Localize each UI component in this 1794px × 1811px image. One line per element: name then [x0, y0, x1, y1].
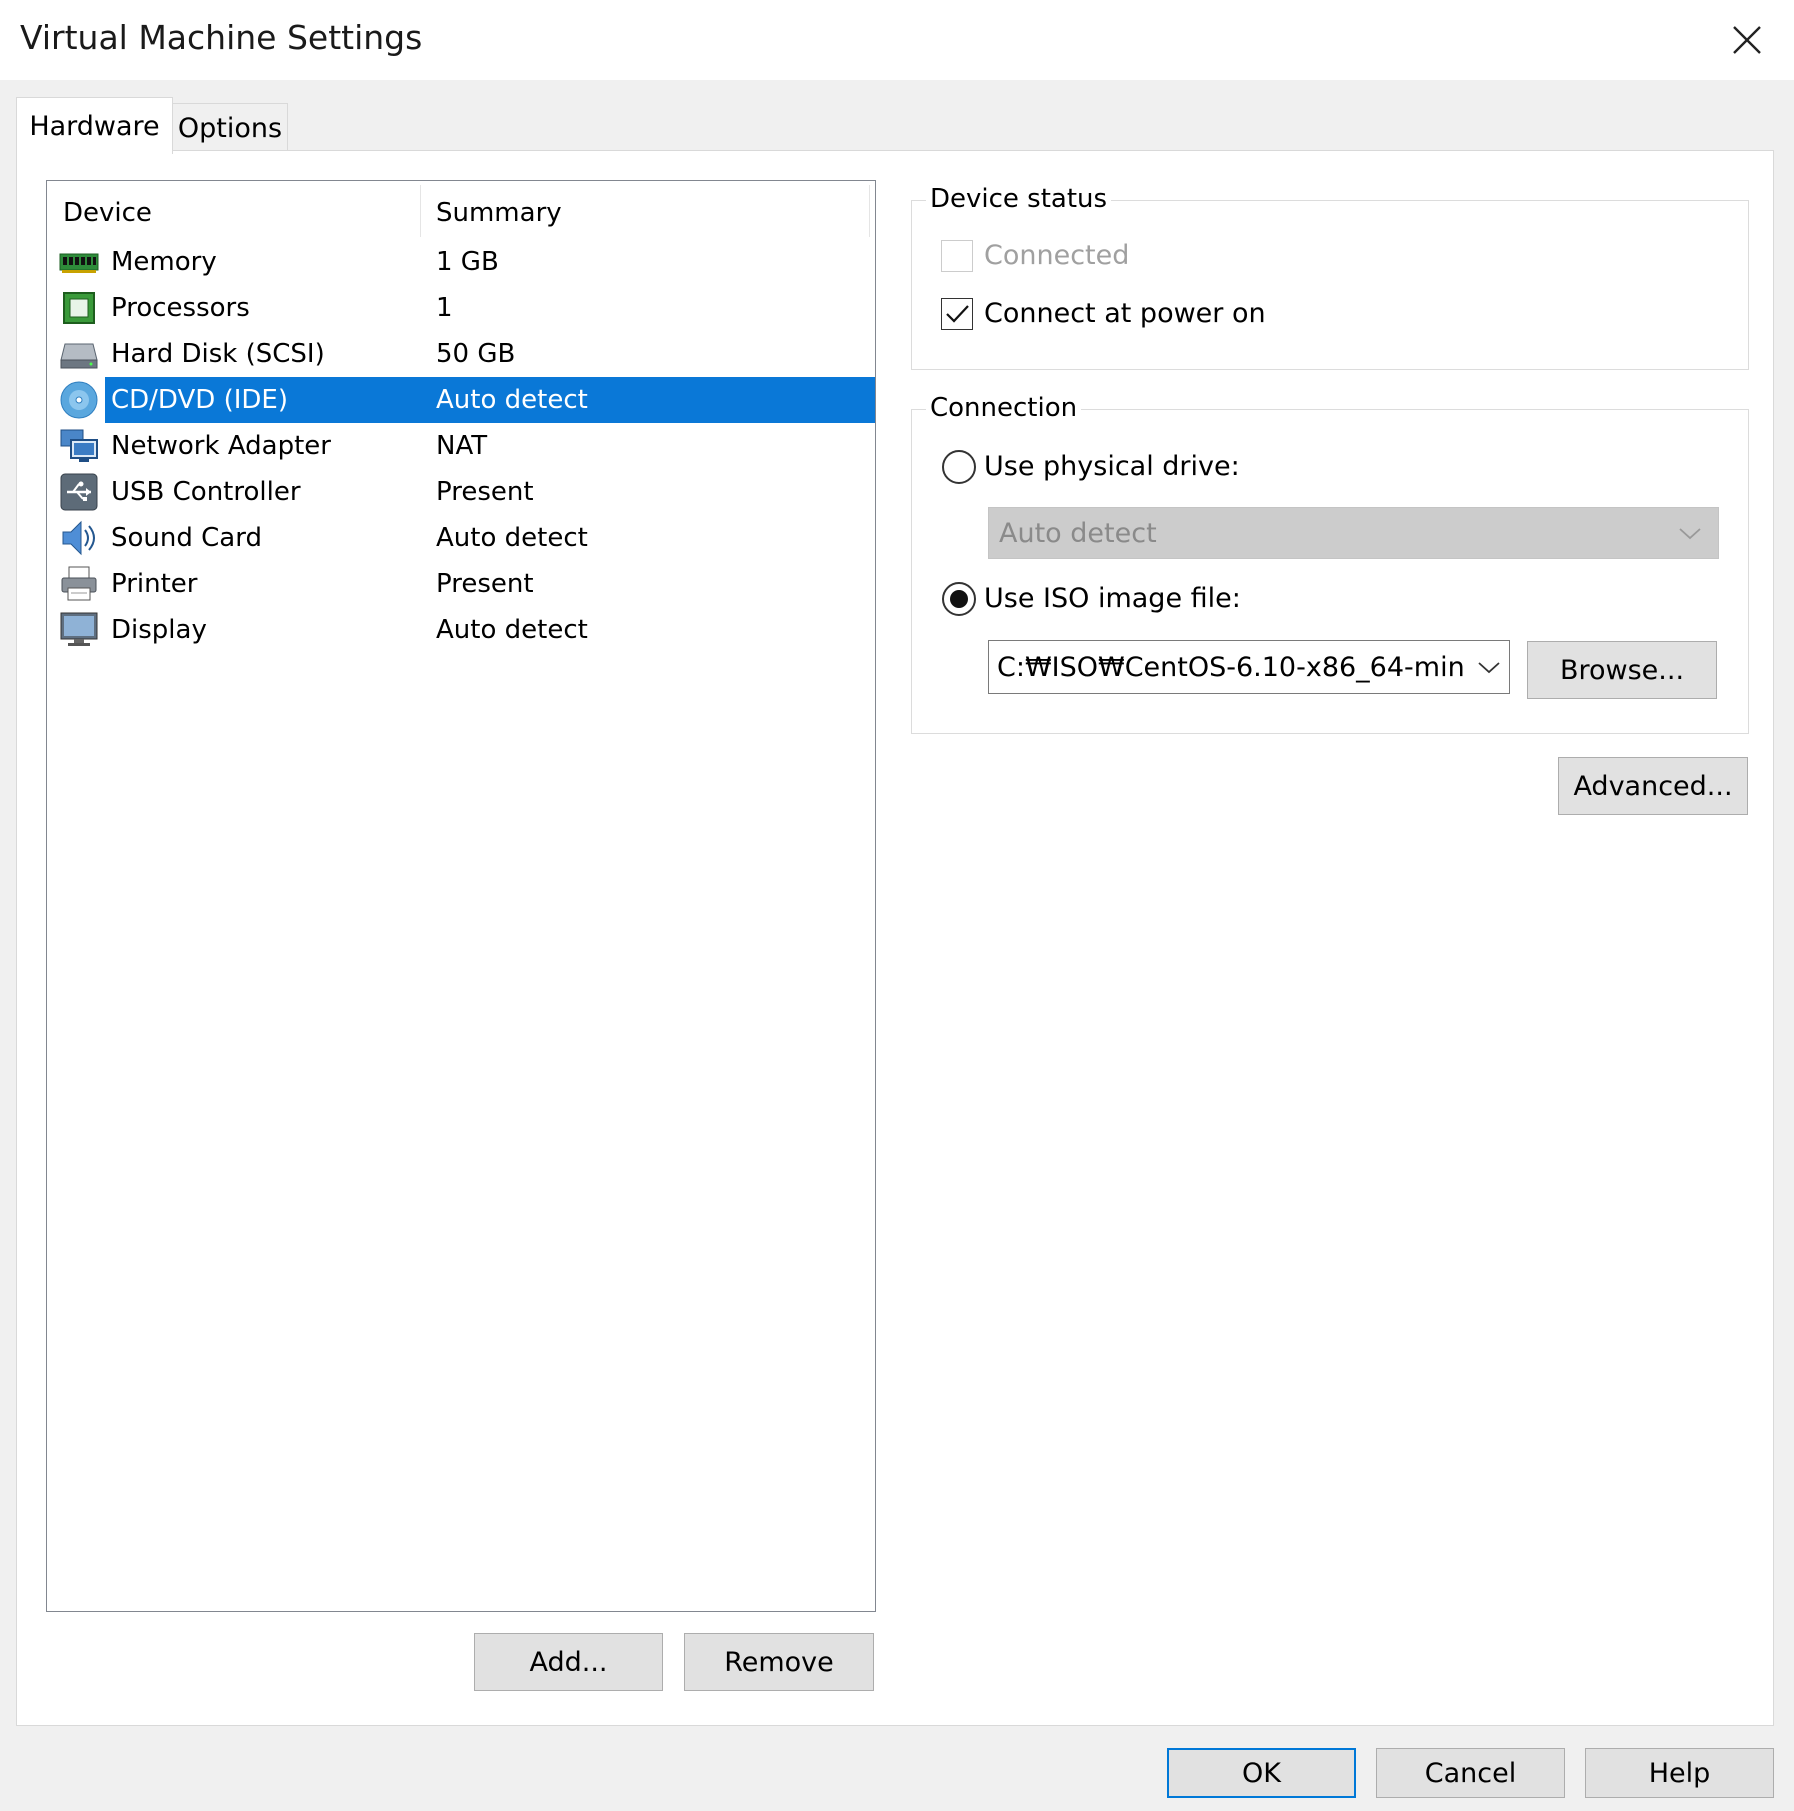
title-bar: Virtual Machine Settings [0, 0, 1794, 80]
connect-at-power-on-label: Connect at power on [984, 298, 1266, 329]
advanced-button[interactable]: Advanced... [1558, 757, 1748, 815]
device-summary: 50 GB [436, 339, 516, 369]
device-summary: Present [436, 569, 534, 599]
column-header-summary[interactable]: Summary [436, 181, 562, 237]
help-button[interactable]: Help [1585, 1748, 1774, 1798]
device-row-hard-disk[interactable]: Hard Disk (SCSI) 50 GB [47, 331, 875, 377]
device-summary: Present [436, 477, 534, 507]
display-icon [60, 612, 98, 646]
device-summary: 1 [436, 293, 453, 323]
device-name: Sound Card [111, 523, 262, 553]
cd-dvd-icon [60, 381, 98, 419]
column-separator[interactable] [869, 185, 870, 237]
ok-button-label: OK [1242, 1757, 1281, 1789]
add-button[interactable]: Add... [474, 1633, 663, 1691]
iso-path-value: C:₩ISO₩CentOS-6.10-x86_64-min [997, 651, 1465, 683]
memory-icon [59, 253, 99, 273]
list-header: Device Summary [47, 181, 875, 237]
chevron-down-icon [1478, 662, 1500, 674]
device-row-display[interactable]: Display Auto detect [47, 607, 875, 653]
device-row-network-adapter[interactable]: Network Adapter NAT [47, 423, 875, 469]
device-list[interactable]: Device Summary Memory 1 GB Processors 1 [46, 180, 876, 1612]
device-row-printer[interactable]: Printer Present [47, 561, 875, 607]
connect-at-power-on-checkbox[interactable] [941, 298, 973, 330]
device-name: Printer [111, 569, 198, 599]
column-separator[interactable] [420, 185, 421, 237]
browse-button[interactable]: Browse... [1527, 641, 1717, 699]
add-button-label: Add... [529, 1646, 608, 1678]
chevron-down-icon [1679, 528, 1701, 540]
browse-button-label: Browse... [1559, 654, 1685, 686]
radio-dot [950, 590, 968, 608]
device-row-sound-card[interactable]: Sound Card Auto detect [47, 515, 875, 561]
device-name: USB Controller [111, 477, 301, 507]
device-row-usb-controller[interactable]: USB Controller Present [47, 469, 875, 515]
device-status-group [911, 200, 1749, 370]
physical-drive-value: Auto detect [999, 517, 1157, 549]
window-title: Virtual Machine Settings [20, 18, 423, 57]
device-summary: Auto detect [436, 385, 588, 415]
device-row-cd-dvd[interactable]: CD/DVD (IDE) Auto detect [47, 377, 875, 423]
use-iso-image-radio[interactable] [942, 582, 976, 616]
connected-checkbox[interactable] [941, 240, 973, 272]
device-summary: 1 GB [436, 247, 499, 277]
device-row-memory[interactable]: Memory 1 GB [47, 239, 875, 285]
processor-icon [63, 292, 95, 324]
iso-path-combo[interactable]: C:₩ISO₩CentOS-6.10-x86_64-min [988, 640, 1510, 694]
advanced-button-label: Advanced... [1573, 770, 1733, 802]
checkmark-icon [946, 305, 969, 323]
help-button-label: Help [1648, 1757, 1711, 1789]
device-status-title: Device status [926, 183, 1112, 215]
tab-hardware[interactable]: Hardware [16, 97, 173, 154]
device-name: Processors [111, 293, 250, 323]
device-name: CD/DVD (IDE) [111, 385, 288, 415]
close-icon [1733, 26, 1761, 54]
remove-button-label: Remove [724, 1646, 834, 1678]
cancel-button-label: Cancel [1424, 1757, 1517, 1789]
close-button[interactable] [1700, 0, 1794, 80]
device-name: Memory [111, 247, 217, 277]
hard-disk-icon [60, 343, 98, 369]
use-physical-drive-radio[interactable] [942, 450, 976, 484]
sound-card-icon [62, 520, 95, 556]
use-iso-image-label: Use ISO image file: [984, 583, 1241, 614]
tab-options[interactable]: Options [172, 103, 288, 153]
tab-hardware-label: Hardware [29, 110, 160, 142]
cancel-button[interactable]: Cancel [1376, 1748, 1565, 1798]
printer-icon [61, 566, 97, 601]
use-physical-drive-label: Use physical drive: [984, 451, 1240, 482]
device-name: Display [111, 615, 207, 645]
connected-label: Connected [984, 240, 1130, 271]
device-summary: Auto detect [436, 523, 588, 553]
tab-options-label: Options [177, 113, 283, 144]
column-header-device[interactable]: Device [63, 181, 152, 237]
connection-title: Connection [926, 392, 1082, 424]
device-name: Network Adapter [111, 431, 331, 461]
physical-drive-select[interactable]: Auto detect [988, 507, 1719, 559]
ok-button[interactable]: OK [1167, 1748, 1356, 1798]
network-adapter-icon [60, 429, 98, 462]
device-summary: Auto detect [436, 615, 588, 645]
remove-button[interactable]: Remove [684, 1633, 874, 1691]
usb-icon [60, 473, 98, 511]
device-name: Hard Disk (SCSI) [111, 339, 325, 369]
device-summary: NAT [436, 431, 488, 461]
device-row-processors[interactable]: Processors 1 [47, 285, 875, 331]
